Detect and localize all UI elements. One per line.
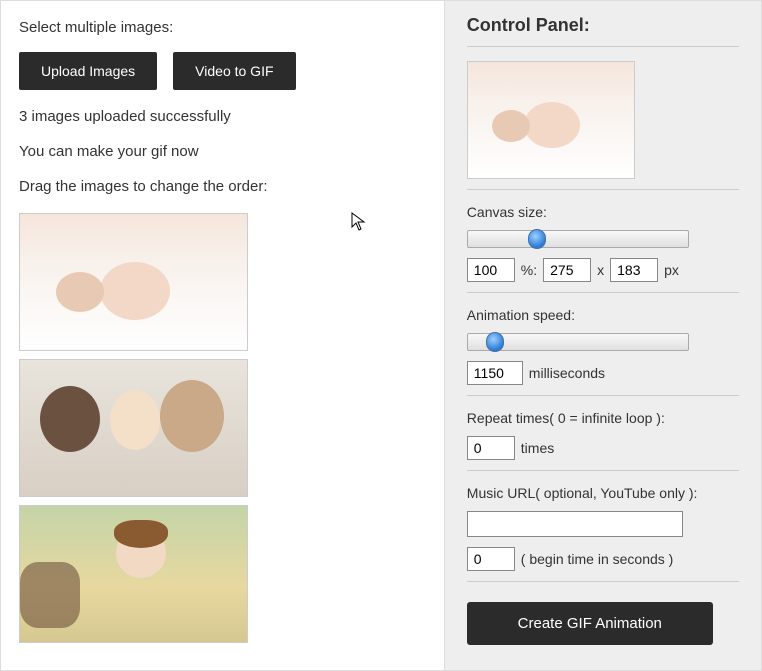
x-separator: x (597, 262, 604, 278)
canvas-size-block: Canvas size: %: x px (467, 204, 739, 282)
repeat-input[interactable] (467, 436, 515, 460)
drag-instruction: Drag the images to change the order: (19, 178, 426, 195)
divider (467, 581, 739, 582)
preview-image (467, 61, 635, 179)
select-images-label: Select multiple images: (19, 19, 426, 36)
uploaded-image-1[interactable] (19, 213, 248, 351)
divider (467, 395, 739, 396)
canvas-percent-input[interactable] (467, 258, 515, 282)
animation-speed-label: Animation speed: (467, 307, 739, 323)
ms-suffix: milliseconds (529, 365, 605, 381)
divider (467, 470, 739, 471)
create-gif-button[interactable]: Create GIF Animation (467, 602, 713, 645)
music-url-input[interactable] (467, 511, 683, 537)
video-to-gif-button[interactable]: Video to GIF (173, 52, 295, 90)
uploaded-image-3[interactable] (19, 505, 248, 643)
image-list (19, 213, 426, 643)
control-panel-title: Control Panel: (467, 15, 739, 36)
music-url-label: Music URL( optional, YouTube only ): (467, 485, 739, 501)
uploaded-image-2[interactable] (19, 359, 248, 497)
begin-time-input[interactable] (467, 547, 515, 571)
canvas-height-input[interactable] (610, 258, 658, 282)
animation-speed-input[interactable] (467, 361, 523, 385)
canvas-width-input[interactable] (543, 258, 591, 282)
divider (467, 46, 739, 47)
canvas-size-label: Canvas size: (467, 204, 739, 220)
animation-speed-slider[interactable] (467, 333, 689, 351)
divider (467, 292, 739, 293)
begin-time-suffix: ( begin time in seconds ) (521, 551, 674, 567)
upload-images-button[interactable]: Upload Images (19, 52, 157, 90)
ready-status: You can make your gif now (19, 143, 426, 160)
divider (467, 189, 739, 190)
control-panel: Control Panel: Canvas size: %: x px Anim… (444, 1, 761, 670)
slider-knob[interactable] (486, 332, 504, 352)
repeat-label: Repeat times( 0 = infinite loop ): (467, 410, 739, 426)
left-panel: Select multiple images: Upload Images Vi… (1, 1, 444, 670)
slider-knob[interactable] (528, 229, 546, 249)
animation-speed-block: Animation speed: milliseconds (467, 307, 739, 385)
times-suffix: times (521, 440, 554, 456)
upload-status: 3 images uploaded successfully (19, 108, 426, 125)
canvas-size-slider[interactable] (467, 230, 689, 248)
px-suffix: px (664, 262, 679, 278)
repeat-block: Repeat times( 0 = infinite loop ): times (467, 410, 739, 460)
music-block: Music URL( optional, YouTube only ): ( b… (467, 485, 739, 571)
button-row: Upload Images Video to GIF (19, 52, 426, 90)
percent-suffix: %: (521, 262, 537, 278)
